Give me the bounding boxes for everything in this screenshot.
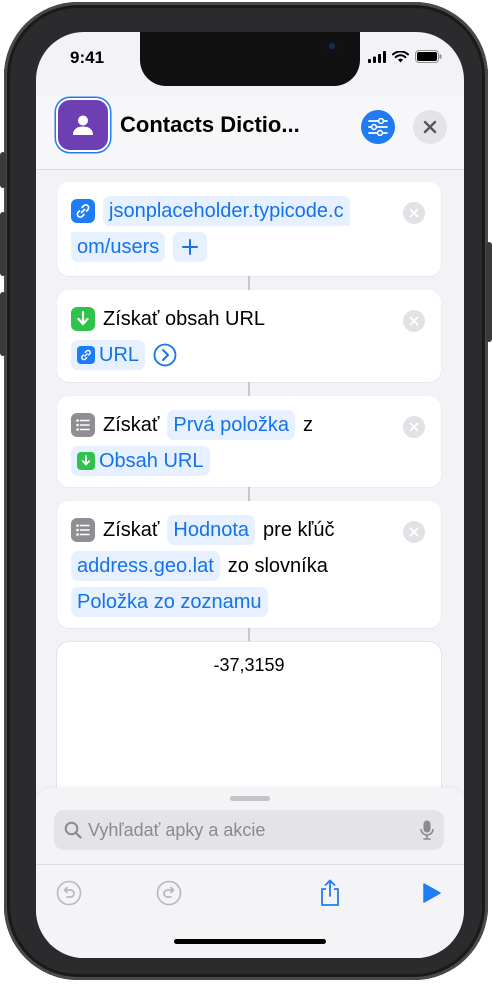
link-icon bbox=[71, 199, 95, 223]
connector-line bbox=[248, 382, 250, 396]
value-type-token[interactable]: Hodnota bbox=[167, 515, 256, 545]
close-button[interactable] bbox=[413, 110, 447, 144]
close-icon bbox=[409, 208, 419, 218]
toolbar-divider bbox=[36, 864, 464, 865]
notch bbox=[140, 32, 360, 86]
status-icons bbox=[368, 50, 442, 63]
volume-down-button bbox=[0, 292, 6, 356]
action-label: Získať bbox=[103, 413, 160, 436]
close-icon bbox=[423, 120, 437, 134]
link-icon bbox=[77, 346, 95, 364]
download-icon bbox=[71, 307, 95, 331]
redo-button[interactable] bbox=[152, 876, 186, 910]
dictionary-source-token[interactable]: Položka zo zoznamu bbox=[71, 587, 268, 617]
action-label: Získať obsah URL bbox=[103, 307, 266, 330]
undo-button[interactable] bbox=[52, 876, 86, 910]
person-icon bbox=[73, 115, 93, 135]
signal-icon bbox=[368, 50, 386, 63]
plus-icon bbox=[182, 239, 199, 255]
url-variable-label: URL bbox=[99, 344, 140, 366]
play-icon bbox=[423, 883, 441, 903]
home-indicator[interactable] bbox=[174, 939, 326, 944]
close-icon bbox=[409, 422, 419, 432]
page-title: Contacts Dictio... bbox=[120, 112, 300, 137]
key-token[interactable]: address.geo.lat bbox=[71, 551, 220, 581]
phone-frame: 9:41 Contacts Dictio... jsonplaceholder.… bbox=[0, 2, 492, 980]
action-search-sheet: Vyhľadať apky a akcie bbox=[36, 788, 464, 958]
power-button bbox=[486, 242, 492, 342]
sheet-grabber[interactable] bbox=[230, 796, 270, 801]
editor-header: Contacts Dictio... bbox=[36, 96, 464, 170]
url-variable-token[interactable]: URL bbox=[71, 340, 146, 370]
front-camera bbox=[326, 40, 338, 52]
action-connector-text: z bbox=[303, 413, 314, 436]
remove-action-button[interactable] bbox=[403, 521, 425, 543]
action-get-item-from-list[interactable]: Získať Prvá položka z Obsah URL bbox=[57, 396, 441, 487]
status-time: 9:41 bbox=[70, 48, 105, 67]
contents-of-url-label: Obsah URL bbox=[99, 450, 204, 472]
connector-line bbox=[248, 628, 250, 642]
sliders-icon bbox=[368, 118, 388, 136]
mute-switch bbox=[0, 152, 6, 188]
volume-up-button bbox=[0, 212, 6, 276]
chevron-right-circle-icon[interactable] bbox=[153, 343, 177, 367]
screen: 9:41 Contacts Dictio... jsonplaceholder.… bbox=[36, 32, 464, 958]
connector-line bbox=[248, 487, 250, 501]
shortcut-icon[interactable] bbox=[58, 100, 108, 150]
url-text-field[interactable]: jsonplaceholder.typicode.c bbox=[103, 196, 350, 226]
search-field[interactable]: Vyhľadať apky a akcie bbox=[54, 810, 444, 850]
action-get-contents-url[interactable]: Získať obsah URL URL bbox=[57, 290, 441, 382]
action-text: zo slovníka bbox=[227, 554, 328, 577]
run-button[interactable] bbox=[414, 876, 448, 910]
settings-button[interactable] bbox=[361, 110, 395, 144]
action-label: Získať bbox=[103, 518, 160, 541]
close-icon bbox=[409, 527, 419, 537]
list-icon bbox=[71, 413, 95, 437]
url-text-field-continued[interactable]: om/users bbox=[71, 232, 166, 262]
download-icon bbox=[77, 452, 95, 470]
action-url[interactable]: jsonplaceholder.typicode.c om/users bbox=[57, 182, 441, 276]
action-get-dictionary-value[interactable]: Získať Hodnota pre kľúč address.geo.lat … bbox=[57, 501, 441, 628]
action-text: pre kľúč bbox=[263, 518, 335, 541]
share-icon bbox=[321, 879, 339, 906]
result-value: -37,3159 bbox=[213, 655, 285, 675]
battery-icon bbox=[415, 50, 442, 63]
undo-icon bbox=[56, 880, 82, 906]
list-icon bbox=[71, 518, 95, 542]
wifi-icon bbox=[392, 50, 409, 62]
search-placeholder: Vyhľadať apky a akcie bbox=[88, 819, 266, 840]
microphone-icon[interactable] bbox=[420, 820, 434, 840]
close-icon bbox=[409, 316, 419, 326]
remove-action-button[interactable] bbox=[403, 310, 425, 332]
item-selector-token[interactable]: Prvá položka bbox=[167, 410, 296, 440]
contents-of-url-token[interactable]: Obsah URL bbox=[71, 446, 210, 476]
connector-line bbox=[248, 276, 250, 290]
remove-action-button[interactable] bbox=[403, 416, 425, 438]
add-url-button[interactable] bbox=[173, 232, 208, 262]
redo-icon bbox=[156, 880, 182, 906]
remove-action-button[interactable] bbox=[403, 202, 425, 224]
search-icon bbox=[64, 821, 82, 839]
share-button[interactable] bbox=[313, 876, 347, 910]
